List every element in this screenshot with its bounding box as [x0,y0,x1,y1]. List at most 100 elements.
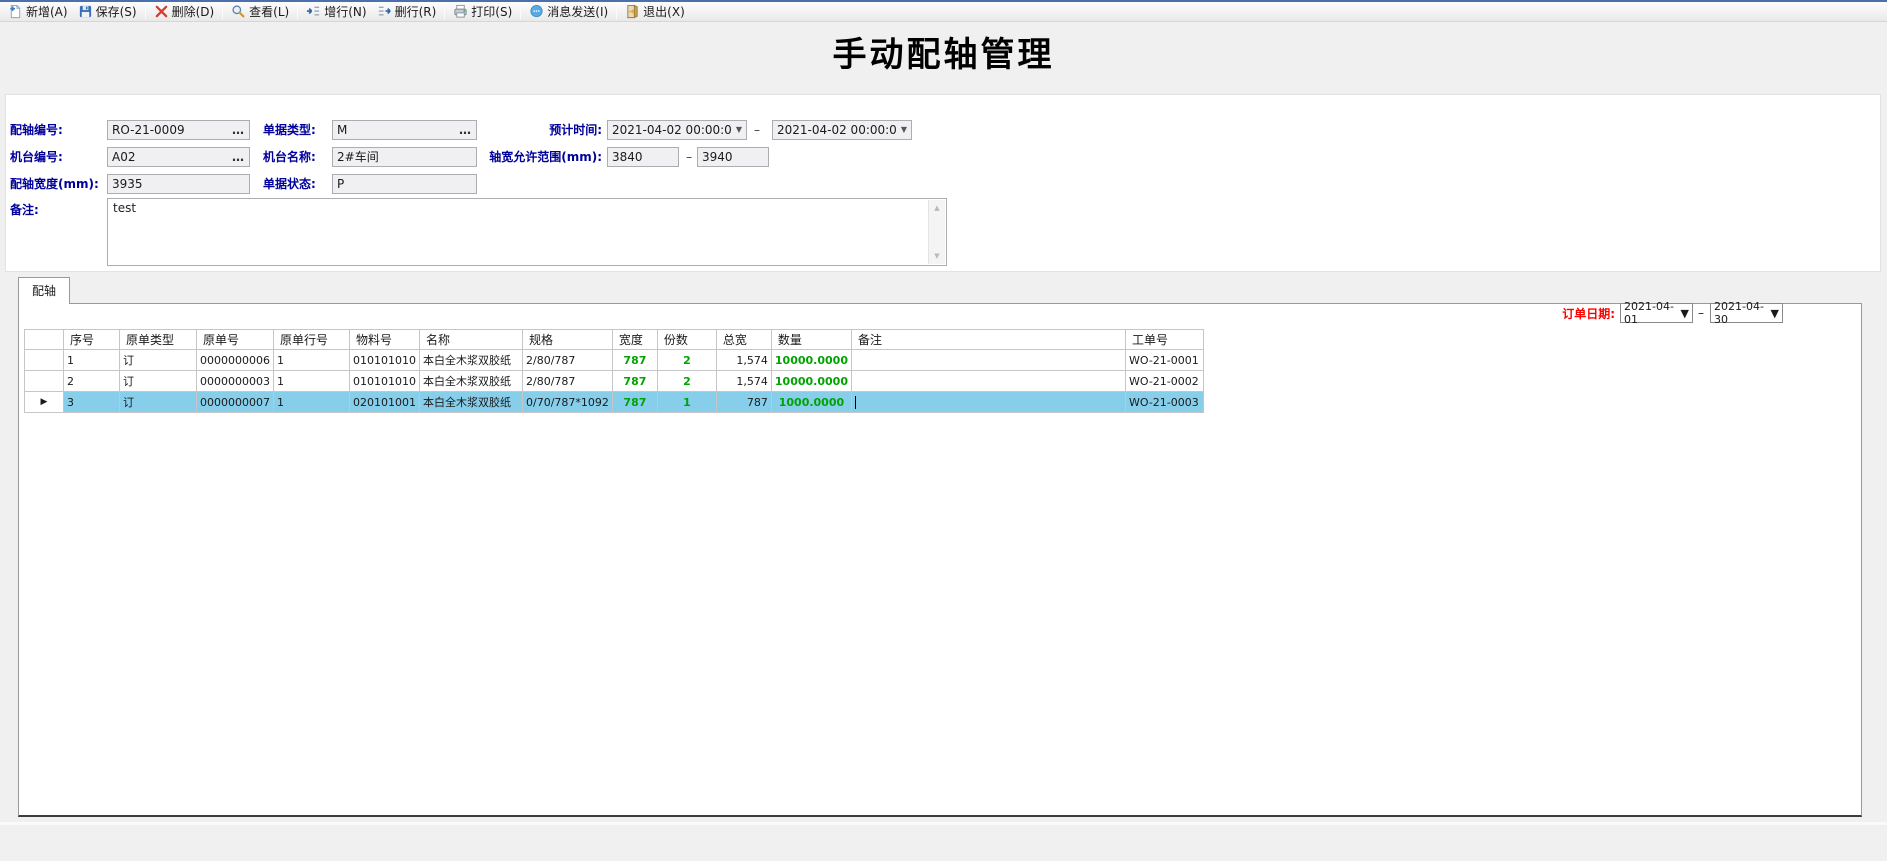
grid-cell-gdh[interactable]: WO-21-0001 [1125,350,1203,371]
add-row-button[interactable]: 增行(N) [301,2,371,21]
data-grid: 序号原单类型原单号原单行号物料号名称规格宽度份数总宽数量备注工单号1订00000… [24,329,1204,413]
grid-cell-wlh[interactable]: 020101001 [350,392,420,413]
grid-cell-fs[interactable]: 1 [657,392,716,413]
column-header-mc[interactable]: 名称 [420,330,523,350]
grid-cell-ydlx[interactable]: 订 [120,392,197,413]
ellipsis-button[interactable]: … [228,148,245,166]
grid-cell-fs[interactable]: 2 [657,350,716,371]
exit-button[interactable]: 退出(X) [620,2,690,21]
grid-cell-ydlx[interactable]: 订 [120,350,197,371]
grid-cell-ydh[interactable]: 0000000003 [197,371,274,392]
yuji-shijian-to-picker[interactable]: 2021-04-02 00:00:00 ▼ [772,120,912,140]
grid-cell-zk[interactable]: 1,574 [716,371,771,392]
grid-cell-gg[interactable]: 0/70/787*1092 [523,392,613,413]
table-row[interactable]: ▶3订00000000071020101001本白全木浆双胶纸0/70/787*… [25,392,1204,413]
ellipsis-button[interactable]: … [228,121,245,139]
print-button[interactable]: 打印(S) [448,2,517,21]
table-row[interactable]: 1订00000000061010101010本白全木浆双胶纸2/80/78778… [25,350,1204,371]
yuji-shijian-to-value: 2021-04-02 00:00:00 [777,121,897,139]
jitai-bianhao-field[interactable]: A02 … [107,147,250,167]
column-header-sl[interactable]: 数量 [771,330,851,350]
grid-cell-ydhh[interactable]: 1 [274,350,350,371]
grid-cell-kd[interactable]: 787 [612,350,657,371]
grid-cell-xh[interactable]: 3 [64,392,120,413]
column-header-fs[interactable]: 份数 [657,330,716,350]
zhoukuan-max-field[interactable]: 3940 [697,147,769,167]
range-dash: – [1698,303,1704,323]
grid-cell-ydhh[interactable]: 1 [274,392,350,413]
grid-cell-xh[interactable]: 2 [64,371,120,392]
grid-cell-gdh[interactable]: WO-21-0003 [1125,392,1203,413]
grid-cell-fs[interactable]: 2 [657,371,716,392]
grid-cell-kd[interactable]: 787 [612,371,657,392]
grid-cell-ydhh[interactable]: 1 [274,371,350,392]
grid-cell-sl[interactable]: 1000.0000 [771,392,851,413]
delete-row-button[interactable]: 删行(R) [372,2,442,21]
grid-cell-zk[interactable]: 1,574 [716,350,771,371]
toolbar-separator [145,4,146,19]
order-date-to-value: 2021-04-30 [1714,300,1771,326]
view-button[interactable]: 查看(L) [226,2,294,21]
new-button[interactable]: 新增(A) [3,2,73,21]
chevron-down-icon[interactable]: ▼ [732,121,742,139]
grid-cell-wlh[interactable]: 010101010 [350,350,420,371]
column-header-xh[interactable]: 序号 [64,330,120,350]
message-send-button[interactable]: 消息发送(I) [524,2,613,21]
column-header-gg[interactable]: 规格 [523,330,613,350]
grid-cell-sl[interactable]: 10000.0000 [771,350,851,371]
grid-cell-mc[interactable]: 本白全木浆双胶纸 [420,392,523,413]
grid-cell-gdh[interactable]: WO-21-0002 [1125,371,1203,392]
row-indicator[interactable] [25,371,64,392]
grid-cell-ydlx[interactable]: 订 [120,371,197,392]
column-header-bz[interactable]: 备注 [851,330,1125,350]
danju-leixing-field[interactable]: M … [332,120,477,140]
save-icon [78,4,93,19]
grid-cell-mc[interactable]: 本白全木浆双胶纸 [420,371,523,392]
column-header-ydhh[interactable]: 原单行号 [274,330,350,350]
save-button-label: 保存(S) [96,3,137,20]
peizhou-kuandu-field[interactable]: 3935 [107,174,250,194]
danju-leixing-label: 单据类型: [263,120,316,140]
scroll-up-icon[interactable]: ▲ [929,200,945,216]
page-title: 手动配轴管理 [0,27,1887,76]
column-header-ydh[interactable]: 原单号 [197,330,274,350]
grid-cell-wlh[interactable]: 010101010 [350,371,420,392]
grid-cell-ydh[interactable]: 0000000006 [197,350,274,371]
current-row-indicator[interactable]: ▶ [25,392,64,413]
order-date-to-picker[interactable]: 2021-04-30 ▼ [1710,303,1783,323]
column-header-kd[interactable]: 宽度 [612,330,657,350]
beizhu-textarea[interactable]: test ▲ ▼ [107,198,947,266]
grid-cell-ydh[interactable]: 0000000007 [197,392,274,413]
grid-cell-zk[interactable]: 787 [716,392,771,413]
grid-cell-sl[interactable]: 10000.0000 [771,371,851,392]
row-indicator[interactable] [25,350,64,371]
tab-peizhou[interactable]: 配轴 [18,277,70,304]
delete-button[interactable]: 删除(D) [149,2,220,21]
grid-cell-xh[interactable]: 1 [64,350,120,371]
grid-cell-mc[interactable]: 本白全木浆双胶纸 [420,350,523,371]
peizhou-bianhao-value: RO-21-0009 [112,121,185,139]
column-header-wlh[interactable]: 物料号 [350,330,420,350]
danju-zhuangtai-field[interactable]: P [332,174,477,194]
column-header-gdh[interactable]: 工单号 [1125,330,1203,350]
chevron-down-icon[interactable]: ▼ [897,121,907,139]
grid-cell-bz[interactable] [851,392,1125,413]
grid-cell-gg[interactable]: 2/80/787 [523,350,613,371]
zhoukuan-min-field[interactable]: 3840 [607,147,679,167]
peizhou-bianhao-field[interactable]: RO-21-0009 … [107,120,250,140]
scroll-down-icon[interactable]: ▼ [929,248,945,264]
grid-cell-bz[interactable] [851,371,1125,392]
grid-cell-gg[interactable]: 2/80/787 [523,371,613,392]
chevron-down-icon[interactable]: ▼ [1681,307,1689,320]
new-button-label: 新增(A) [26,3,68,20]
column-header-ydlx[interactable]: 原单类型 [120,330,197,350]
yuji-shijian-from-picker[interactable]: 2021-04-02 00:00:00 ▼ [607,120,747,140]
scrollbar[interactable]: ▲ ▼ [928,200,945,264]
order-date-from-picker[interactable]: 2021-04-01 ▼ [1620,303,1693,323]
table-row[interactable]: 2订00000000031010101010本白全木浆双胶纸2/80/78778… [25,371,1204,392]
chevron-down-icon[interactable]: ▼ [1771,307,1779,320]
grid-cell-bz[interactable] [851,350,1125,371]
save-button[interactable]: 保存(S) [73,2,142,21]
grid-cell-kd[interactable]: 787 [612,392,657,413]
column-header-zk[interactable]: 总宽 [716,330,771,350]
